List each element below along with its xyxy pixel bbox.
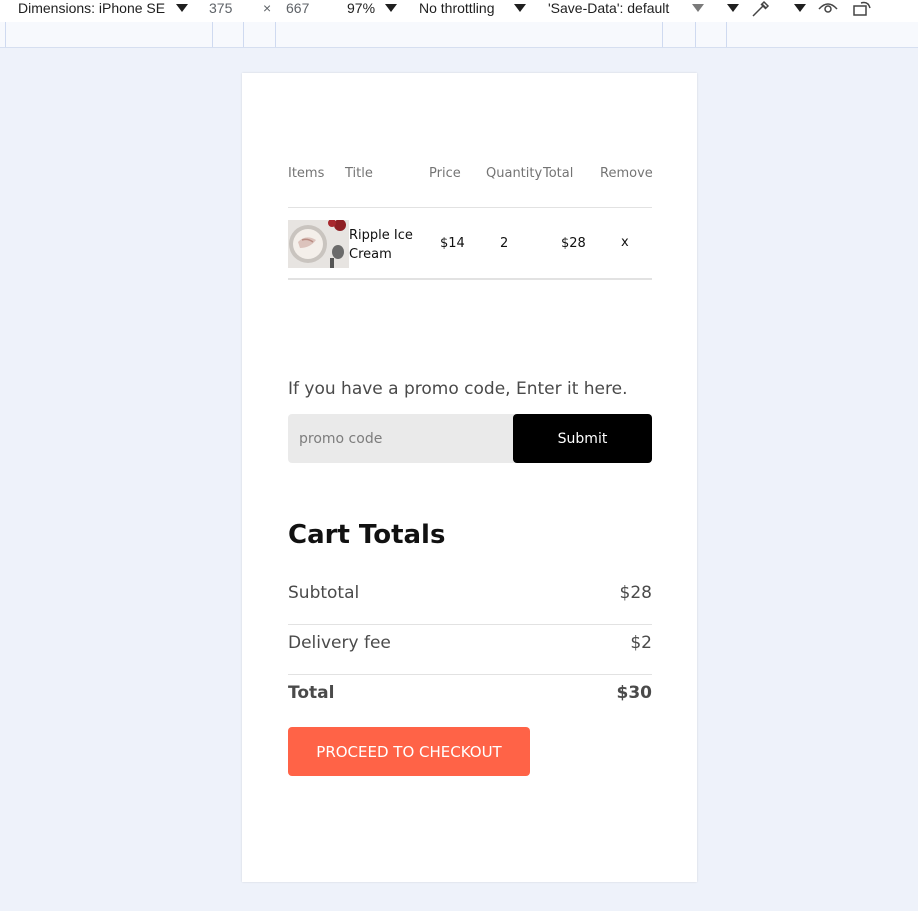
remove-item-button[interactable]: x [621,235,629,250]
header-items: Items [288,166,325,181]
rotate-icon[interactable] [852,0,874,18]
product-image [288,220,349,268]
total-value: $30 [616,683,653,703]
header-remove: Remove [600,166,653,181]
chevron-down-icon[interactable] [794,4,806,12]
item-price: $14 [440,236,465,251]
device-viewport: Items Title Price Quantity Total Remove [242,73,697,882]
header-title: Title [345,166,373,181]
delivery-fee-row: Delivery fee $2 [288,625,652,675]
header-price: Price [429,166,461,181]
item-quantity: 2 [500,236,509,251]
subtotal-label: Subtotal [288,583,360,603]
zoom-select[interactable]: 97% [347,0,375,22]
header-quantity: Quantity [486,166,543,181]
total-row: Total $30 [288,675,652,725]
height-input[interactable]: 667 [286,0,309,22]
dimensions-select[interactable]: Dimensions: iPhone SE [18,0,165,22]
eye-icon[interactable] [817,0,839,18]
total-label: Total [288,683,335,703]
item-title-line2: Cream [349,247,392,262]
chevron-down-icon[interactable] [176,4,188,12]
cart-table: Items Title Price Quantity Total Remove [288,153,653,280]
ice-cream-image [288,220,349,268]
table-row: Ripple Ice Cream $14 2 $28 x [288,208,652,280]
item-title-line1: Ripple Ice [349,228,413,243]
chevron-down-icon[interactable] [727,4,739,12]
dimension-separator: × [263,0,272,16]
chevron-down-icon[interactable] [514,4,526,12]
devtools-device-toolbar: Dimensions: iPhone SE 375 × 667 97% No t… [0,0,918,22]
cart-table-header: Items Title Price Quantity Total Remove [288,153,653,208]
promo-submit-button[interactable]: Submit [513,414,652,463]
throttling-select[interactable]: No throttling [419,0,494,22]
chevron-down-icon[interactable] [692,4,704,12]
chevron-down-icon[interactable] [385,4,397,12]
media-query-ruler [0,22,918,48]
eyedropper-icon[interactable] [750,0,772,18]
delivery-fee-value: $2 [630,633,652,653]
subtotal-row: Subtotal $28 [288,575,652,625]
cart-totals-title: Cart Totals [288,520,446,550]
header-total: Total [543,166,574,181]
width-input[interactable]: 375 [209,0,232,22]
subtotal-value: $28 [619,583,652,603]
promo-form: Submit [288,414,652,463]
proceed-to-checkout-button[interactable]: PROCEED TO CHECKOUT [288,727,530,776]
save-data-select[interactable]: 'Save-Data': default [548,0,669,22]
promo-code-input[interactable] [288,414,513,463]
promo-prompt: If you have a promo code, Enter it here. [288,379,628,399]
item-title: Ripple Ice Cream [349,226,413,264]
item-total: $28 [561,236,586,251]
delivery-fee-label: Delivery fee [288,633,391,653]
